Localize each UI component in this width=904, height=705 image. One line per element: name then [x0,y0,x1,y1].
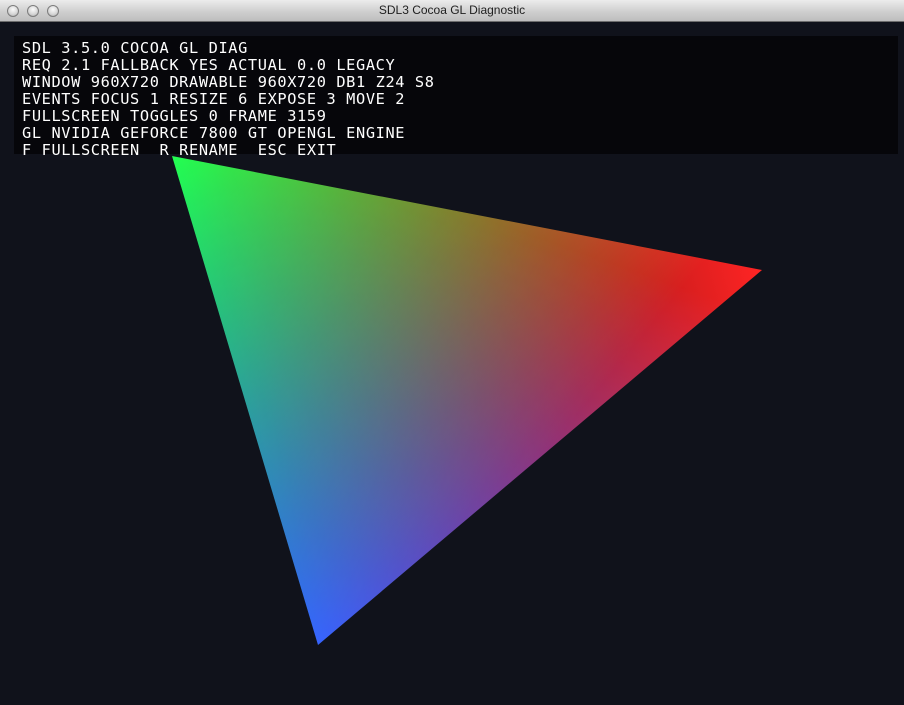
app-window: SDL3 Cocoa GL Diagnostic SDL 3.5.0 COCOA… [0,0,904,705]
gl-viewport[interactable]: SDL 3.5.0 COCOA GL DIAG REQ 2.1 FALLBACK… [0,22,904,705]
hud-line-event-counts: EVENTS FOCUS 1 RESIZE 6 EXPOSE 3 MOVE 2 [22,90,406,108]
hud-line-key-help: F FULLSCREEN R RENAME ESC EXIT [22,141,337,159]
hud-line-fullscreen-frame: FULLSCREEN TOGGLES 0 FRAME 3159 [22,107,327,125]
triangle-blue-channel [172,156,762,645]
hud-line-version: SDL 3.5.0 COCOA GL DIAG [22,39,248,57]
diagnostic-text-lines: SDL 3.5.0 COCOA GL DIAG REQ 2.1 FALLBACK… [22,40,434,159]
hud-line-gl-renderer: GL NVIDIA GEFORCE 7800 GT OPENGL ENGINE [22,124,406,142]
hud-line-context-request: REQ 2.1 FALLBACK YES ACTUAL 0.0 LEGACY [22,56,396,74]
title-bar[interactable]: SDL3 Cocoa GL Diagnostic [0,0,904,22]
hud-line-window-size: WINDOW 960X720 DRAWABLE 960X720 DB1 Z24 … [22,73,435,91]
window-title: SDL3 Cocoa GL Diagnostic [378,3,526,17]
